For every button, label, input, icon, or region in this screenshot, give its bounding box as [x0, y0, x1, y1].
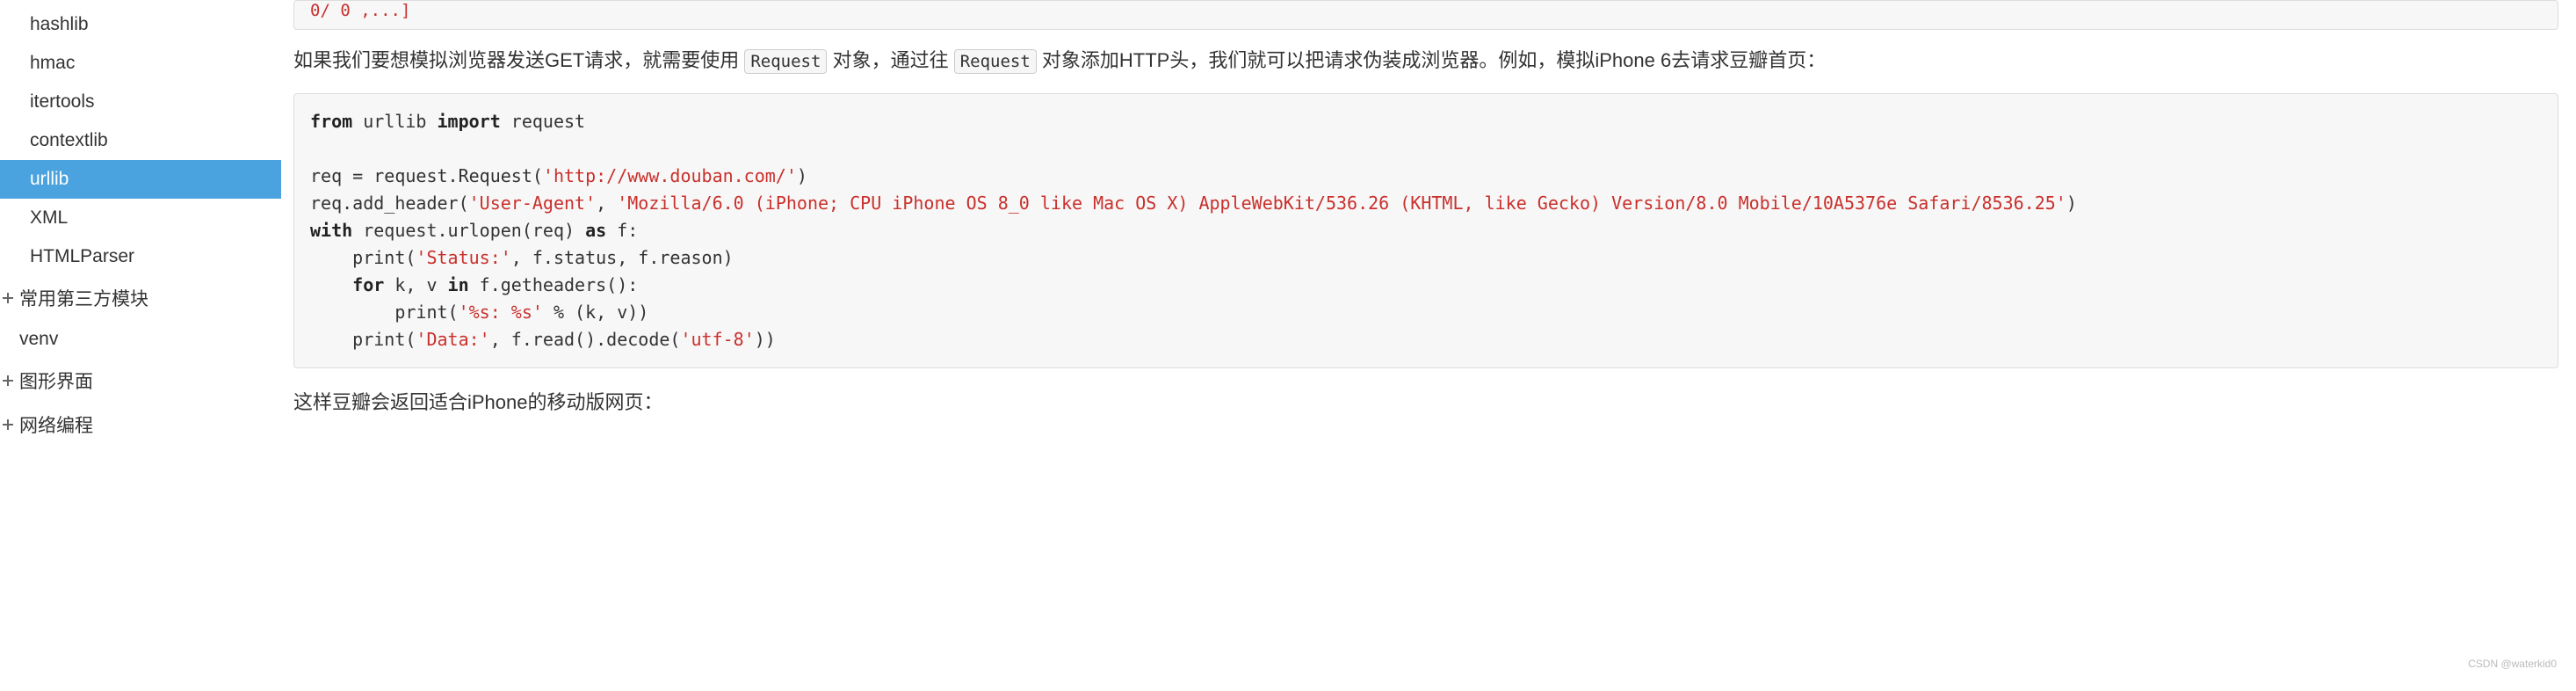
- sidebar-item-contextlib[interactable]: contextlib: [0, 121, 281, 160]
- code-text: urllib: [352, 111, 437, 132]
- paragraph-intro: 如果我们要想模拟浏览器发送GET请求，就需要使用 Request 对象，通过往 …: [293, 42, 2558, 79]
- code-string: 'Data:': [416, 329, 489, 350]
- code-string: 'http://www.douban.com/': [543, 165, 797, 186]
- sidebar-item-xml[interactable]: XML: [0, 199, 281, 237]
- code-text: ): [797, 165, 807, 186]
- code-string: '%s: %s': [459, 302, 543, 323]
- code-keyword: for: [352, 274, 384, 295]
- code-string: 'User-Agent': [469, 193, 597, 214]
- para-text: 如果我们要想模拟浏览器发送GET请求，就需要使用: [293, 49, 739, 71]
- paragraph-result: 这样豆瓣会返回适合iPhone的移动版网页：: [293, 384, 2558, 421]
- expand-icon: [2, 418, 14, 431]
- code-text: request: [501, 111, 585, 132]
- sidebar-section-label: 常用第三方模块: [19, 285, 148, 311]
- sidebar-section-network[interactable]: 网络编程: [0, 403, 281, 447]
- code-text: print(: [310, 329, 416, 350]
- code-string: 'utf-8': [680, 329, 754, 350]
- expand-icon: [2, 292, 14, 304]
- code-text: req.add_header(: [310, 193, 469, 214]
- sidebar-section-label: 网络编程: [19, 411, 93, 438]
- inline-code-request: Request: [954, 49, 1037, 74]
- content-area: 0/ 0 ,...] 如果我们要想模拟浏览器发送GET请求，就需要使用 Requ…: [281, 0, 2576, 691]
- sidebar-section-gui[interactable]: 图形界面: [0, 359, 281, 403]
- code-text: print(: [310, 302, 459, 323]
- code-text: , f.status, f.reason): [511, 247, 734, 268]
- code-text: ,: [596, 193, 617, 214]
- watermark: CSDN @waterkid0: [2468, 658, 2557, 670]
- code-text: )): [755, 329, 776, 350]
- code-text: f:: [606, 220, 638, 241]
- code-string: 'Mozilla/6.0 (iPhone; CPU iPhone OS 8_0 …: [617, 193, 2066, 214]
- code-text: , f.read().decode(: [490, 329, 681, 350]
- code-keyword: import: [438, 111, 501, 132]
- code-text: f.getheaders():: [469, 274, 639, 295]
- code-keyword: as: [585, 220, 606, 241]
- para-text: 对象，通过往: [833, 49, 949, 71]
- para-text: 对象添加HTTP头，我们就可以把请求伪装成浏览器。例如，模拟iPhone 6去请…: [1042, 49, 1826, 71]
- code-text: ): [2066, 193, 2077, 214]
- code-keyword: from: [310, 111, 352, 132]
- code-snippet-tail: 0/ 0 ,...]: [293, 0, 2558, 30]
- code-text: % (k, v)): [543, 302, 648, 323]
- sidebar-item-venv[interactable]: venv: [0, 320, 281, 359]
- sidebar-item-hashlib[interactable]: hashlib: [0, 5, 281, 44]
- code-text: request.urlopen(req): [352, 220, 585, 241]
- sidebar-item-urllib[interactable]: urllib: [0, 160, 281, 199]
- sidebar-item-itertools[interactable]: itertools: [0, 83, 281, 121]
- sidebar-item-htmlparser[interactable]: HTMLParser: [0, 237, 281, 276]
- inline-code-request: Request: [744, 49, 827, 74]
- code-block-main: from urllib import request req = request…: [293, 93, 2558, 368]
- code-keyword: with: [310, 220, 352, 241]
- code-text: req = request.Request(: [310, 165, 543, 186]
- sidebar-item-hmac[interactable]: hmac: [0, 44, 281, 83]
- code-text: k, v: [384, 274, 447, 295]
- sidebar-section-third-party[interactable]: 常用第三方模块: [0, 276, 281, 320]
- code-text: print(: [310, 247, 416, 268]
- sidebar-section-label: 图形界面: [19, 367, 93, 394]
- sidebar: hashlib hmac itertools contextlib urllib…: [0, 0, 281, 691]
- code-string: 'Status:': [416, 247, 510, 268]
- code-text: [310, 274, 352, 295]
- code-keyword: in: [448, 274, 469, 295]
- expand-icon: [2, 375, 14, 387]
